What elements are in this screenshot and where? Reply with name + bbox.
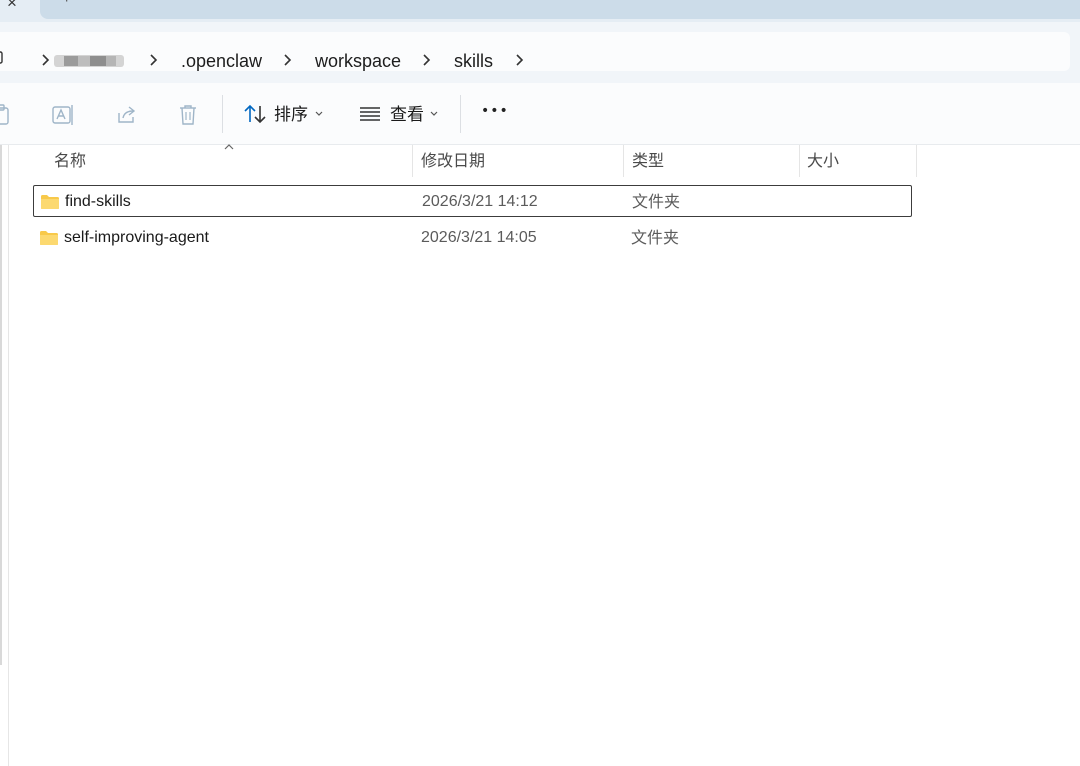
rename-icon[interactable] <box>52 104 74 126</box>
more-icon: ••• <box>481 103 509 119</box>
breadcrumb-chevron-icon[interactable] <box>148 51 160 69</box>
this-pc-icon[interactable] <box>0 50 6 70</box>
file-row[interactable]: self-improving-agent 2026/3/21 14:05 文件夹 <box>33 222 912 254</box>
file-row[interactable]: find-skills 2026/3/21 14:12 文件夹 <box>33 185 912 217</box>
breadcrumb-item-workspace[interactable]: workspace <box>315 50 401 72</box>
chevron-down-icon <box>315 111 323 116</box>
more-options-button[interactable]: ••• <box>474 97 512 131</box>
close-tab-icon[interactable]: × <box>0 0 24 14</box>
breadcrumb-item-skills[interactable]: skills <box>454 50 493 72</box>
navigation-pane-scrollbar[interactable] <box>0 145 2 665</box>
toolbar-divider <box>222 95 223 133</box>
share-icon[interactable] <box>116 104 138 126</box>
column-header-name[interactable]: 名称 <box>54 151 86 171</box>
column-divider[interactable] <box>412 145 413 177</box>
column-divider[interactable] <box>916 145 917 177</box>
address-bar[interactable]: .openclaw workspace skills <box>0 32 1070 71</box>
sort-label: 排序 <box>274 105 308 125</box>
sort-ascending-icon <box>224 144 234 150</box>
active-tab[interactable] <box>40 0 1080 19</box>
breadcrumb-chevron-icon[interactable] <box>282 51 294 69</box>
folder-icon <box>41 195 59 209</box>
user-folder-crumb[interactable] <box>54 53 124 69</box>
navigation-pane-edge[interactable] <box>0 145 9 766</box>
view-button[interactable]: 查看 <box>352 93 444 135</box>
sort-icon <box>244 104 266 124</box>
paste-icon[interactable] <box>0 104 12 126</box>
column-divider[interactable] <box>623 145 624 177</box>
new-tab-icon[interactable]: + <box>62 0 76 7</box>
tab-strip: × + <box>0 0 1080 22</box>
column-header-type[interactable]: 类型 <box>632 151 664 171</box>
folder-icon <box>40 231 58 245</box>
column-divider[interactable] <box>799 145 800 177</box>
breadcrumb-chevron-icon[interactable] <box>421 51 433 69</box>
column-header-date[interactable]: 修改日期 <box>421 151 485 171</box>
view-label: 查看 <box>390 105 424 125</box>
command-bar: 排序 查看 ••• <box>0 83 1080 145</box>
file-type: 文件夹 <box>631 228 680 247</box>
toolbar-divider <box>460 95 461 133</box>
file-name: self-improving-agent <box>64 229 209 246</box>
file-type: 文件夹 <box>632 192 681 211</box>
sort-button[interactable]: 排序 <box>236 93 328 135</box>
delete-icon[interactable] <box>178 104 198 126</box>
address-area: .openclaw workspace skills <box>0 22 1080 83</box>
breadcrumb-chevron-icon[interactable] <box>514 51 526 69</box>
file-date-modified: 2026/3/21 14:12 <box>422 193 538 210</box>
column-header-size[interactable]: 大小 <box>807 151 839 171</box>
file-list-view[interactable]: 名称 修改日期 类型 大小 find-skills 2026/3/21 14:1… <box>0 144 1080 766</box>
view-list-icon <box>360 107 380 121</box>
breadcrumb-item-openclaw[interactable]: .openclaw <box>181 50 262 72</box>
file-date-modified: 2026/3/21 14:05 <box>421 229 537 246</box>
chevron-down-icon <box>430 111 438 116</box>
file-name: find-skills <box>65 193 131 210</box>
breadcrumb-chevron-icon[interactable] <box>40 51 52 69</box>
